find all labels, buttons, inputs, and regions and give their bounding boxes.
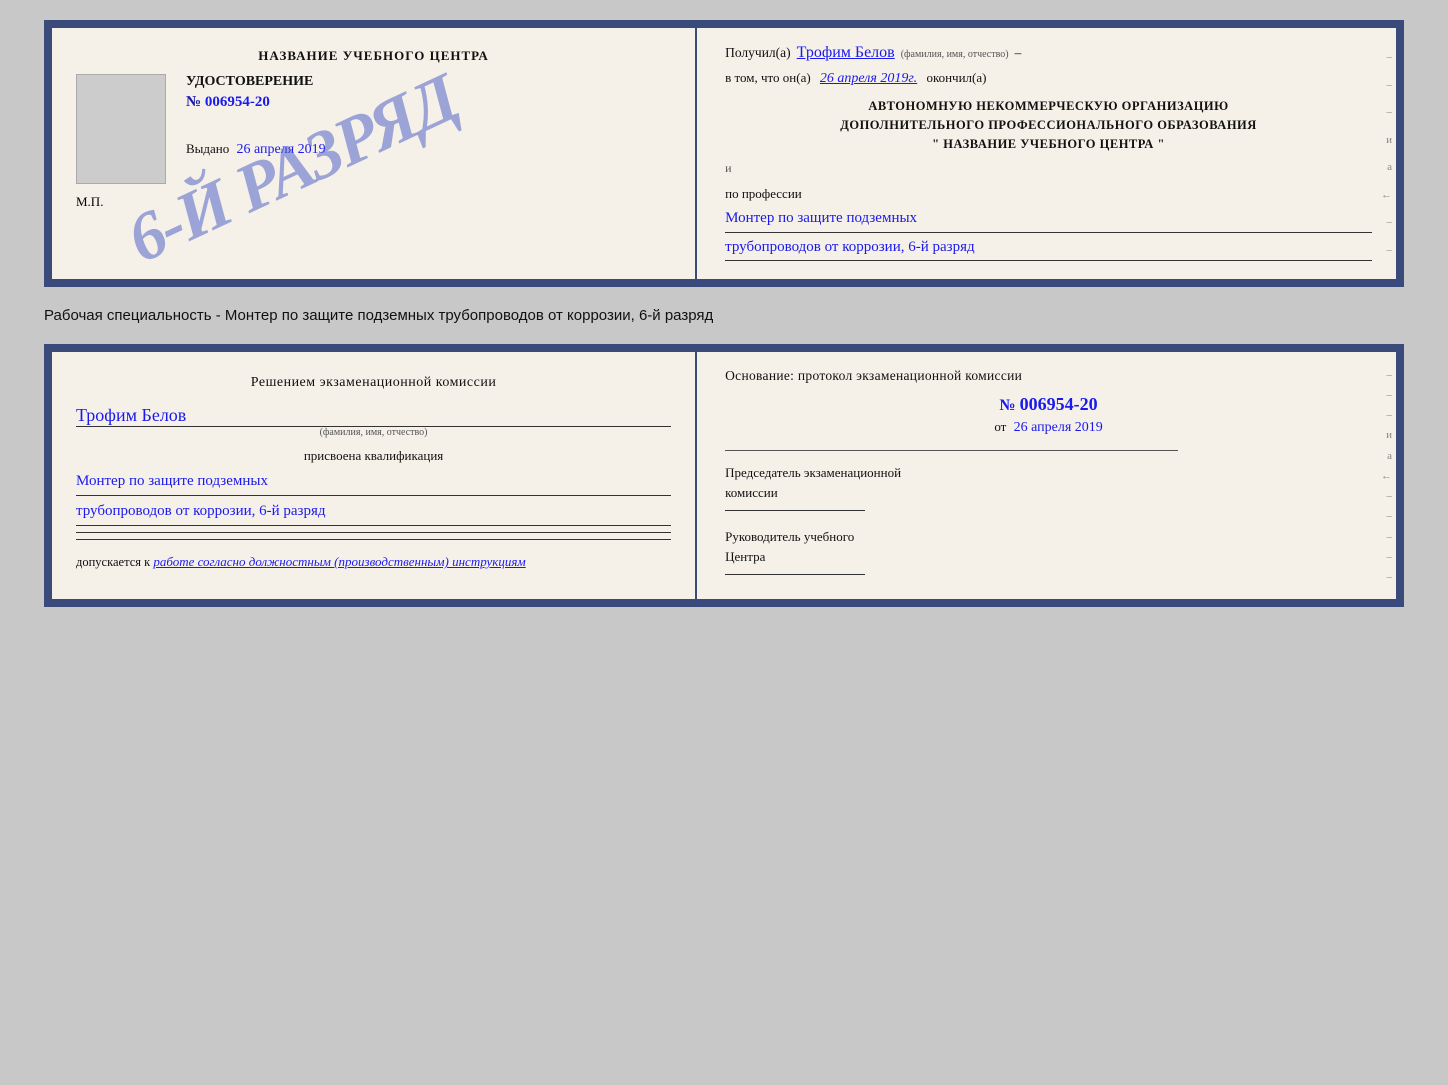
cert-profession-line1: Монтер по защите подземных <box>725 206 1372 233</box>
dash1: – <box>1015 45 1022 61</box>
recipient-name: Трофим Белов <box>797 44 895 62</box>
document-bottom: Решением экзаменационной комиссии Трофим… <box>44 344 1404 607</box>
doc2-name-hw: Трофим Белов <box>76 405 671 427</box>
photo-placeholder <box>76 74 166 184</box>
cert-middle-block: УДОСТОВЕРЕНИЕ № 006954-20 Выдано 26 апре… <box>186 74 671 158</box>
doc2-line2 <box>76 539 671 540</box>
cert-date-hw: 26 апреля 2019г. <box>820 71 917 86</box>
doc2-ot-underline <box>725 450 1178 451</box>
doc2-name-sublabel: (фамилия, имя, отчество) <box>76 427 671 438</box>
doc2-dopuskaetsya: допускается к работе согласно должностны… <box>76 554 671 570</box>
doc2-protocol-number: № 006954-20 <box>725 394 1372 415</box>
doc2-title: Решением экзаменационной комиссии <box>76 372 671 393</box>
predsedatel-sign-line <box>725 510 865 511</box>
cert-number-value: 006954-20 <box>205 94 270 110</box>
doc2-right-panel: Основание: протокол экзаменационной коми… <box>697 352 1396 599</box>
cert-vtom-row: в том, что он(а) 26 апреля 2019г. окончи… <box>725 70 1372 87</box>
doc2-line1 <box>76 532 671 533</box>
rukovoditel-line2: Центра <box>725 547 1372 567</box>
predsedatel-line2: комиссии <box>725 483 1372 503</box>
cert-vydano: Выдано 26 апреля 2019 <box>186 141 671 158</box>
cert-right-panel: Получил(а) Трофим Белов (фамилия, имя, о… <box>697 28 1396 279</box>
cert-number: № 006954-20 <box>186 94 671 111</box>
doc2-osnovanie: Основание: протокол экзаменационной коми… <box>725 368 1372 384</box>
i-label: и <box>725 161 731 176</box>
i-a-labels: и <box>725 161 1372 176</box>
doc2-rukovoditel-block: Руководитель учебного Центра <box>725 527 1372 575</box>
cert-mp: М.П. <box>76 194 671 210</box>
rukovoditel-sign-line <box>725 574 865 575</box>
caption-text: Рабочая специальность - Монтер по защите… <box>44 303 1404 328</box>
doc2-right-edge-labels: – – – и а ← – – – – – <box>1381 352 1392 599</box>
doc2-qualification-line1: Монтер по защите подземных <box>76 468 671 496</box>
doc2-left-panel: Решением экзаменационной комиссии Трофим… <box>52 352 697 599</box>
cert-org-block: АВТОНОМНУЮ НЕКОММЕРЧЕСКУЮ ОРГАНИЗАЦИЮ ДО… <box>725 97 1372 153</box>
cert-left-panel: НАЗВАНИЕ УЧЕБНОГО ЦЕНТРА УДОСТОВЕРЕНИЕ №… <box>52 28 697 279</box>
cert-school-name: НАЗВАНИЕ УЧЕБНОГО ЦЕНТРА <box>76 48 671 64</box>
cert-po-professii-label: по профессии <box>725 186 1372 202</box>
poluchil-label: Получил(а) <box>725 45 791 61</box>
doc2-protocol-value: 006954-20 <box>1020 394 1098 414</box>
cert-poluchil-row: Получил(а) Трофим Белов (фамилия, имя, о… <box>725 44 1372 62</box>
doc2-ot-date: 26 апреля 2019 <box>1014 420 1103 435</box>
doc2-qualification-line2: трубопроводов от коррозии, 6-й разряд <box>76 498 671 526</box>
predsedatel-line1: Председатель экзаменационной <box>725 463 1372 483</box>
rukovoditel-line1: Руководитель учебного <box>725 527 1372 547</box>
certificate-top: НАЗВАНИЕ УЧЕБНОГО ЦЕНТРА УДОСТОВЕРЕНИЕ №… <box>44 20 1404 287</box>
doc2-ot-row: от 26 апреля 2019 <box>725 419 1372 436</box>
right-edge-labels: – – – и а ← – – <box>1381 28 1392 279</box>
name-sublabel: (фамилия, имя, отчество) <box>901 49 1009 60</box>
cert-photo-area: УДОСТОВЕРЕНИЕ № 006954-20 Выдано 26 апре… <box>76 74 671 184</box>
cert-profession-line2: трубопроводов от коррозии, 6-й разряд <box>725 235 1372 262</box>
doc2-prisvoena-label: присвоена квалификация <box>76 448 671 464</box>
doc2-predsedatel-block: Председатель экзаменационной комиссии <box>725 463 1372 511</box>
cert-vydano-date: 26 апреля 2019 <box>237 142 326 157</box>
doc2-name-block: Трофим Белов (фамилия, имя, отчество) <box>76 405 671 438</box>
cert-udostoverenie-label: УДОСТОВЕРЕНИЕ <box>186 74 671 90</box>
doc2-dopuskaetsya-hw: работе согласно должностным (производств… <box>153 554 525 569</box>
